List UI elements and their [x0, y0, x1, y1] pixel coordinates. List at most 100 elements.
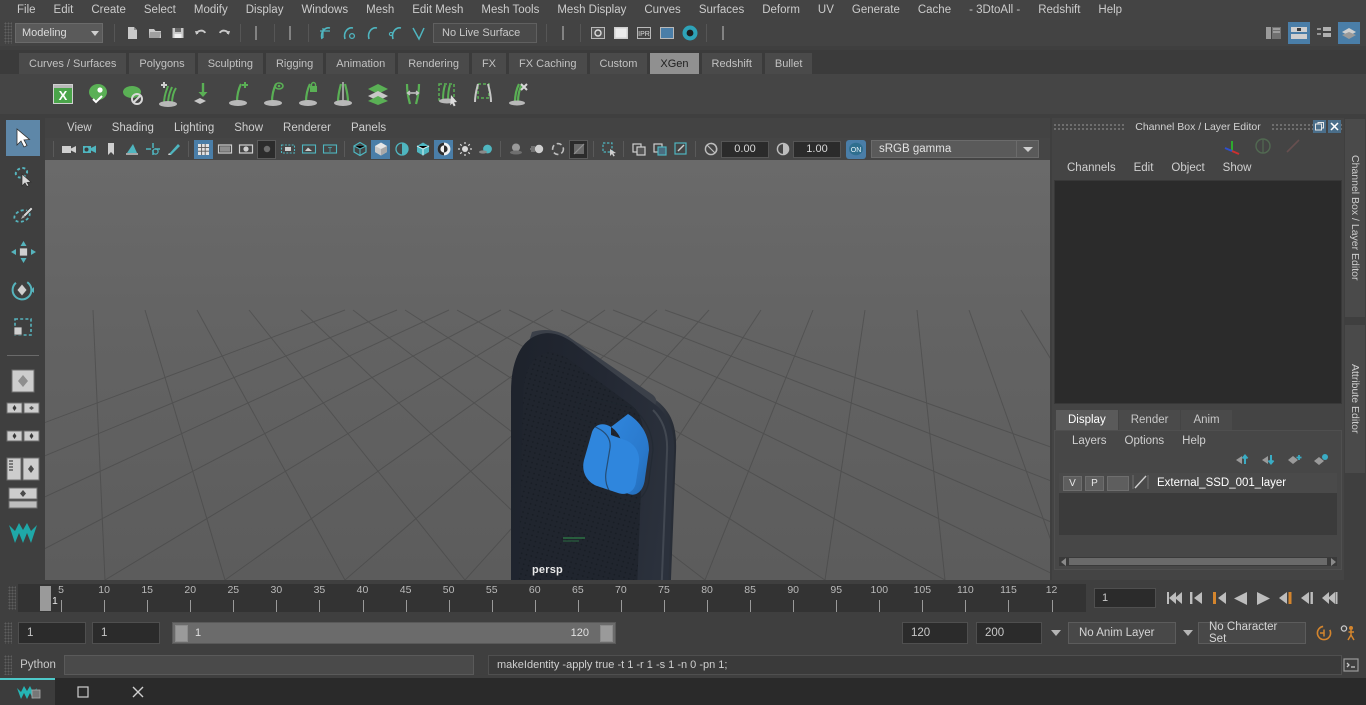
hypershade-icon[interactable] [679, 23, 700, 44]
gamma-value-field[interactable]: 1.00 [793, 140, 841, 158]
new-scene-icon[interactable] [121, 23, 142, 44]
show-hide-modeling-toolkit-icon[interactable] [1263, 22, 1285, 44]
xgen-select-region-icon[interactable] [431, 77, 465, 111]
toolbox-outliner-persp-layout[interactable] [6, 429, 40, 455]
shelf-tab-rendering[interactable]: Rendering [397, 52, 470, 74]
window-close-icon[interactable] [110, 678, 165, 705]
menu-help[interactable]: Help [1089, 1, 1131, 19]
toolbox-persp-bottom-layout[interactable] [6, 485, 40, 511]
move-layer-down-icon[interactable] [1261, 453, 1277, 469]
time-slider-grip[interactable] [8, 586, 16, 610]
toolbox-single-perspective-layout[interactable] [6, 363, 40, 399]
channel-box-menu-show[interactable]: Show [1214, 162, 1261, 174]
snap-to-projected-center-icon[interactable] [384, 23, 405, 44]
viewport-menu-lighting[interactable]: Lighting [164, 119, 224, 137]
auto-keyframe-icon[interactable] [1314, 623, 1334, 643]
menu-edit[interactable]: Edit [45, 1, 83, 19]
axis-gizmo-icon[interactable] [1222, 137, 1242, 158]
toolbox-paint-select-tool[interactable] [6, 196, 40, 232]
gamma-icon[interactable] [773, 140, 792, 159]
xgen-import-groom-icon[interactable] [186, 77, 220, 111]
viewport-menu-show[interactable]: Show [224, 119, 273, 137]
xray-joints-icon[interactable] [650, 140, 669, 159]
snap-to-point-icon[interactable] [361, 23, 382, 44]
show-hide-attribute-editor-icon[interactable] [1288, 22, 1310, 44]
menu-mesh-display[interactable]: Mesh Display [548, 1, 635, 19]
toolbox-rotate-tool[interactable] [6, 272, 40, 308]
scroll-left-arrow-icon[interactable] [1059, 557, 1068, 566]
shadows-icon[interactable] [476, 140, 495, 159]
xgen-delete-guide-icon[interactable] [501, 77, 535, 111]
channel-box-menu-channels[interactable]: Channels [1058, 162, 1125, 174]
window-restore-icon[interactable] [55, 678, 110, 705]
toolbox-persp-graph-layout[interactable] [6, 457, 40, 483]
xgen-add-groom-icon[interactable] [151, 77, 185, 111]
maya-taskbar-icon[interactable] [0, 678, 55, 705]
play-forwards-icon[interactable] [1254, 589, 1272, 607]
wireframe-on-shaded-icon[interactable] [413, 140, 432, 159]
command-input-field[interactable] [64, 655, 474, 675]
current-time-indicator[interactable]: 1 [40, 586, 58, 611]
channel-box-menu-object[interactable]: Object [1162, 162, 1213, 174]
textured-icon[interactable] [434, 139, 453, 159]
snap-to-curve-icon[interactable] [338, 23, 359, 44]
layer-tab-render[interactable]: Render [1118, 410, 1181, 430]
xray-icon[interactable] [629, 140, 648, 159]
time-slider[interactable]: 1 5 10 15 20 25 30 35 40 45 50 55 60 65 70 75 80 85 90 95 1… [18, 584, 1086, 612]
save-scene-icon[interactable] [167, 23, 188, 44]
status-end-divider-icon[interactable] [713, 23, 734, 44]
snap-to-grid-icon[interactable] [315, 23, 336, 44]
xray-active-components-icon[interactable] [671, 140, 690, 159]
layer-color-swatch-icon[interactable] [1132, 474, 1150, 493]
exposure-icon[interactable] [701, 140, 720, 159]
xgen-lock-guide-icon[interactable] [291, 77, 325, 111]
xgen-interactive-groom-icon[interactable] [396, 77, 430, 111]
vertical-tab-attribute-editor[interactable]: Attribute Editor [1344, 324, 1366, 474]
command-line-grip[interactable] [4, 655, 12, 675]
safe-title-icon[interactable]: T [320, 140, 339, 159]
channel-box-menu-edit[interactable]: Edit [1125, 162, 1163, 174]
status-line-grip[interactable] [4, 22, 12, 44]
layer-visibility-toggle[interactable]: V [1063, 475, 1082, 491]
undock-icon[interactable] [1313, 120, 1326, 133]
multisample-aa-icon[interactable] [548, 140, 567, 159]
wireframe-shading-icon[interactable] [350, 140, 369, 159]
shelf-tab-fx-caching[interactable]: FX Caching [508, 52, 588, 74]
create-new-layer-icon[interactable] [1287, 453, 1303, 469]
layer-playback-toggle[interactable]: P [1085, 475, 1104, 491]
shelf-tab-xgen[interactable]: XGen [649, 52, 700, 74]
scroll-right-arrow-icon[interactable] [1328, 557, 1337, 566]
character-set-selector[interactable]: No Character Set [1198, 621, 1306, 645]
depth-of-field-icon[interactable] [569, 139, 588, 159]
viewport-menu-view[interactable]: View [57, 119, 102, 137]
redo-icon[interactable] [213, 23, 234, 44]
shelf-tab-fx[interactable]: FX [470, 52, 508, 74]
layer-name[interactable]: External_SSD_001_layer [1157, 477, 1286, 489]
snap-to-view-plane-icon[interactable] [407, 23, 428, 44]
step-back-keyframe-icon[interactable] [1188, 589, 1206, 607]
isolate-select-icon[interactable] [599, 140, 618, 159]
animation-end-time-field[interactable]: 200 [976, 622, 1042, 644]
shelf-tab-curves-surfaces[interactable]: Curves / Surfaces [18, 52, 128, 74]
xgen-disable-preview-icon[interactable] [116, 77, 150, 111]
motion-blur-icon[interactable] [527, 140, 546, 159]
menu-display[interactable]: Display [237, 1, 293, 19]
playback-end-time-field[interactable]: 120 [902, 622, 968, 644]
toolbox-select-tool[interactable] [5, 120, 40, 156]
shelf-tab-rigging[interactable]: Rigging [264, 52, 325, 74]
character-set-chevron-down-icon[interactable] [1180, 622, 1196, 644]
open-scene-icon[interactable] [144, 23, 165, 44]
script-editor-icon[interactable] [1342, 656, 1360, 674]
menu-uv[interactable]: UV [809, 1, 843, 19]
layer-tab-anim[interactable]: Anim [1181, 410, 1232, 430]
vertical-tab-channel-box[interactable]: Channel Box / Layer Editor [1344, 118, 1366, 318]
command-language-label[interactable]: Python [12, 659, 64, 671]
menu-set-selector[interactable]: Modeling [15, 23, 103, 43]
layer-menu-layers[interactable]: Layers [1063, 435, 1116, 447]
close-icon[interactable] [1328, 120, 1341, 133]
resolution-gate-icon[interactable] [236, 140, 255, 159]
select-camera-icon[interactable] [59, 140, 78, 159]
ipr-render-icon[interactable]: IPR [633, 23, 654, 44]
shelf-tab-animation[interactable]: Animation [325, 52, 397, 74]
bookmark-icon[interactable] [101, 140, 120, 159]
